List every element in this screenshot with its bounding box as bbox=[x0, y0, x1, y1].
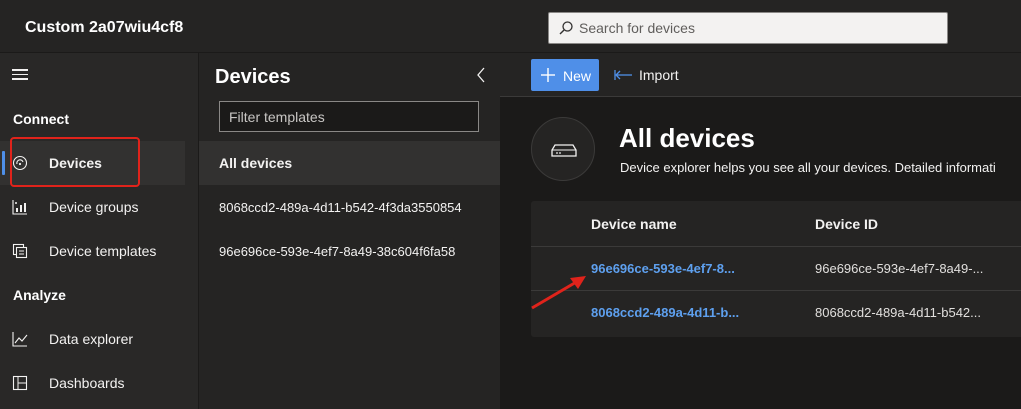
template-item[interactable]: 8068ccd2-489a-4d11-b542-4f3da3550854 bbox=[199, 185, 501, 229]
column-header-device-id[interactable]: Device ID bbox=[815, 216, 1015, 232]
nav-section-analyze: Analyze bbox=[13, 287, 66, 303]
new-button[interactable]: New bbox=[531, 59, 599, 91]
devices-icon bbox=[12, 155, 28, 171]
dashboards-icon bbox=[12, 375, 28, 391]
nav-section-connect: Connect bbox=[13, 111, 69, 127]
import-icon bbox=[614, 70, 632, 80]
device-name-link[interactable]: 8068ccd2-489a-4d11-b... bbox=[591, 305, 771, 320]
filter-templates-box[interactable] bbox=[219, 101, 479, 132]
left-navigation: Connect Devices Device groups Device tem… bbox=[0, 53, 198, 409]
device-id-cell: 8068ccd2-489a-4d11-b542... bbox=[815, 305, 981, 320]
nav-item-dashboards[interactable]: Dashboards bbox=[0, 361, 185, 405]
nav-item-label: Data explorer bbox=[49, 331, 134, 347]
devices-table: Device name Device ID 96e696ce-593e-4ef7… bbox=[531, 201, 1021, 337]
search-input[interactable] bbox=[579, 13, 939, 43]
nav-item-device-groups[interactable]: Device groups bbox=[0, 185, 185, 229]
table-row[interactable]: 8068ccd2-489a-4d11-b... 8068ccd2-489a-4d… bbox=[531, 291, 1021, 335]
nav-item-label: Devices bbox=[49, 155, 102, 171]
column-header-device-name[interactable]: Device name bbox=[591, 216, 771, 232]
main-content: New Import All devices Device explorer h… bbox=[500, 53, 1021, 409]
device-name-link[interactable]: 96e696ce-593e-4ef7-8... bbox=[591, 261, 771, 276]
command-bar: New Import bbox=[500, 53, 1021, 97]
templates-panel: Devices All devices 8068ccd2-489a-4d11-b… bbox=[198, 53, 501, 409]
nav-item-data-explorer[interactable]: Data explorer bbox=[0, 317, 185, 361]
top-bar: Custom 2a07wiu4cf8 bbox=[0, 0, 1021, 53]
page-description: Device explorer helps you see all your d… bbox=[620, 160, 996, 175]
import-button[interactable]: Import bbox=[614, 59, 679, 91]
table-header-row: Device name Device ID bbox=[531, 201, 1021, 247]
collapse-panel-icon[interactable] bbox=[475, 67, 487, 83]
device-templates-icon bbox=[12, 243, 28, 259]
panel-title: Devices bbox=[215, 66, 291, 88]
nav-item-label: Dashboards bbox=[49, 375, 125, 391]
plus-icon bbox=[541, 68, 555, 82]
app-title: Custom 2a07wiu4cf8 bbox=[25, 19, 184, 36]
search-box[interactable] bbox=[548, 12, 948, 44]
import-button-label: Import bbox=[639, 67, 679, 83]
nav-item-label: Device templates bbox=[49, 243, 157, 259]
device-id-cell: 96e696ce-593e-4ef7-8a49-... bbox=[815, 261, 984, 276]
search-icon bbox=[559, 21, 573, 35]
template-item[interactable]: 96e696ce-593e-4ef7-8a49-38c604f6fa58 bbox=[199, 229, 501, 273]
page-title: All devices bbox=[619, 123, 755, 153]
device-groups-icon bbox=[12, 200, 27, 215]
device-icon bbox=[551, 144, 577, 157]
table-row[interactable]: 96e696ce-593e-4ef7-8... 96e696ce-593e-4e… bbox=[531, 247, 1021, 291]
new-button-label: New bbox=[563, 68, 592, 84]
nav-item-devices[interactable]: Devices bbox=[0, 141, 185, 185]
device-header-badge bbox=[531, 117, 595, 181]
nav-item-label: Device groups bbox=[49, 199, 139, 215]
hamburger-menu-icon[interactable] bbox=[12, 69, 28, 81]
data-explorer-icon bbox=[12, 332, 28, 347]
nav-item-device-templates[interactable]: Device templates bbox=[0, 229, 185, 273]
template-item-all-devices[interactable]: All devices bbox=[199, 141, 501, 185]
filter-templates-input[interactable] bbox=[220, 102, 478, 131]
